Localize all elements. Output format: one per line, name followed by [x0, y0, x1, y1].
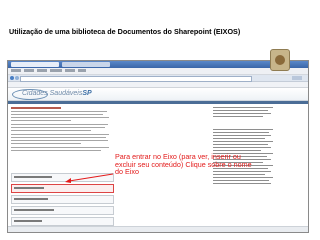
text-line: [11, 127, 105, 128]
text-line: [213, 180, 269, 181]
list-item-label: [14, 209, 54, 211]
slide-title: Utilização de uma biblioteca de Document…: [9, 27, 241, 36]
callout-arrow: [65, 173, 114, 183]
menu-item[interactable]: [24, 69, 34, 72]
back-icon[interactable]: [10, 76, 14, 80]
arrow-line: [68, 173, 114, 182]
address-bar: [8, 75, 308, 82]
site-logo-text: Cidades SaudáveisSP: [22, 90, 92, 97]
text-line: [11, 117, 109, 118]
site-banner: Cidades SaudáveisSP: [8, 88, 308, 101]
list-item[interactable]: [11, 217, 114, 226]
text-line: [11, 124, 108, 125]
text-line: [11, 143, 81, 144]
list-item-label: [14, 198, 48, 200]
text-line: [213, 113, 271, 114]
list-item-label: [14, 220, 42, 222]
intro-text: [11, 107, 111, 153]
text-line: [213, 183, 271, 184]
list-item-label: [14, 176, 52, 178]
status-bar: [8, 226, 308, 232]
menu-item[interactable]: [65, 69, 75, 72]
text-line: [213, 107, 273, 108]
text-line: [11, 130, 91, 131]
text-line: [213, 141, 273, 142]
text-line: [11, 111, 107, 112]
seal-emblem: [275, 55, 285, 65]
section-heading: [11, 107, 61, 109]
text-line: [213, 138, 265, 139]
text-line: [213, 177, 273, 178]
text-line: [213, 135, 271, 136]
text-line: [11, 137, 106, 138]
top-navigation[interactable]: [8, 101, 308, 104]
text-line: [213, 110, 268, 111]
menu-item[interactable]: [37, 69, 47, 72]
browser-tab[interactable]: [62, 62, 110, 67]
text-line: [11, 140, 108, 141]
text-line: [11, 114, 103, 115]
coat-of-arms-image: [270, 49, 290, 71]
forward-icon[interactable]: [15, 76, 19, 80]
text-line: [213, 150, 261, 151]
menu-item[interactable]: [78, 69, 86, 72]
logo-prefix: Cidades Saudáveis: [22, 90, 83, 97]
list-item-label: [14, 187, 44, 189]
text-line: [213, 144, 268, 145]
text-line: [11, 134, 109, 135]
browser-screenshot: Cidades SaudáveisSP: [7, 60, 309, 233]
menu-item[interactable]: [50, 69, 62, 72]
text-line: [213, 116, 263, 117]
callout-text: Para entrar no Eixo (para ver, inserir o…: [115, 152, 252, 176]
text-line: [213, 147, 271, 148]
browser-menu-bar: [8, 68, 308, 75]
text-line: [11, 120, 71, 121]
logo-suffix: SP: [82, 90, 92, 97]
browser-tab[interactable]: [11, 62, 59, 67]
search-box[interactable]: [292, 76, 302, 80]
arrow-head: [65, 178, 71, 183]
list-item-highlighted[interactable]: [11, 184, 114, 193]
text-line: [11, 147, 109, 148]
text-line: [213, 132, 269, 133]
browser-title-bar: [8, 61, 308, 68]
text-line: [213, 129, 273, 130]
menu-item[interactable]: [11, 69, 21, 72]
list-item[interactable]: [11, 195, 114, 204]
text-line: [11, 150, 101, 151]
list-item[interactable]: [11, 206, 114, 215]
